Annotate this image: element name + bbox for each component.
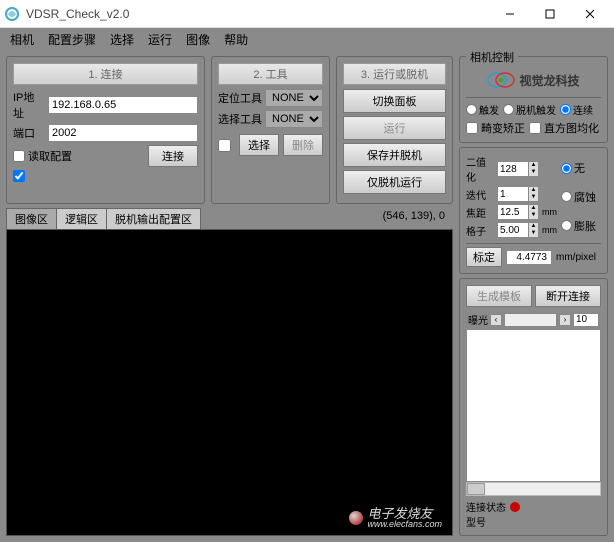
grid-label: 格子 bbox=[466, 223, 494, 238]
watermark: 电子发烧友 www.elecfans.com bbox=[349, 507, 442, 529]
ip-input[interactable] bbox=[48, 96, 198, 114]
menu-image[interactable]: 图像 bbox=[180, 29, 216, 50]
choose-button[interactable]: 选择 bbox=[239, 134, 279, 156]
port-input[interactable] bbox=[48, 124, 198, 142]
watermark-icon bbox=[349, 511, 363, 525]
offline-run-button[interactable]: 仅脱机运行 bbox=[343, 170, 446, 194]
mode-trigger-radio[interactable] bbox=[466, 104, 477, 115]
app-icon bbox=[4, 6, 20, 22]
focal-spinner[interactable]: ▲▼ bbox=[497, 204, 539, 220]
calib-value: 4.4773 bbox=[506, 250, 552, 265]
tab-bar: 图像区 逻辑区 脱机输出配置区 (546, 139), 0 bbox=[6, 208, 453, 229]
template-panel: 生成模板 断开连接 曝光 ‹ › 连接状态 型号 bbox=[459, 278, 608, 536]
locate-tool-label: 定位工具 bbox=[218, 90, 262, 106]
connect-button[interactable]: 连接 bbox=[148, 145, 198, 167]
title-bar: VDSR_Check_v2.0 bbox=[0, 0, 614, 28]
distortion-checkbox[interactable] bbox=[466, 122, 478, 134]
select-tool-select[interactable]: NONE bbox=[265, 110, 323, 128]
camera-control-panel: 相机控制 视觉龙科技 触发 脱机触发 连续 畸变矫正 直方图均化 bbox=[459, 56, 608, 143]
cursor-coords: (546, 139), 0 bbox=[375, 208, 453, 229]
histogram-checkbox[interactable] bbox=[529, 122, 541, 134]
brand-text: 视觉龙科技 bbox=[519, 72, 579, 89]
mode-continuous-radio[interactable] bbox=[560, 104, 571, 115]
connect-header: 1. 连接 bbox=[13, 63, 198, 85]
menu-bar: 相机 配置步骤 选择 运行 图像 帮助 bbox=[0, 28, 614, 50]
brand-logo: 视觉龙科技 bbox=[466, 67, 601, 93]
menu-select[interactable]: 选择 bbox=[104, 29, 140, 50]
minimize-button[interactable] bbox=[490, 0, 530, 28]
menu-camera[interactable]: 相机 bbox=[4, 29, 40, 50]
tool-checkbox[interactable] bbox=[218, 139, 231, 152]
tab-image[interactable]: 图像区 bbox=[6, 208, 57, 229]
run-offline-header: 3. 运行或脱机 bbox=[343, 63, 446, 85]
calib-unit: mm/pixel bbox=[556, 252, 596, 263]
binarize-spinner[interactable]: ▲▼ bbox=[497, 161, 539, 177]
mode-offline-trigger-radio[interactable] bbox=[503, 104, 514, 115]
menu-help[interactable]: 帮助 bbox=[218, 29, 254, 50]
model-label: 型号 bbox=[466, 518, 486, 529]
tab-offline-output[interactable]: 脱机输出配置区 bbox=[106, 208, 201, 229]
exposure-inc-button[interactable]: › bbox=[559, 314, 571, 326]
params-panel: 二值化 ▲▼ 迭代 ▲▼ 焦距 ▲▼ mm 格子 ▲▼ bbox=[459, 147, 608, 274]
port-label: 端口 bbox=[13, 125, 45, 141]
status-dot-icon bbox=[510, 502, 520, 512]
morph-none-radio[interactable] bbox=[561, 163, 572, 174]
image-viewer[interactable]: 电子发烧友 www.elecfans.com bbox=[6, 229, 453, 536]
calibrate-button[interactable]: 标定 bbox=[466, 247, 502, 267]
grid-spinner[interactable]: ▲▼ bbox=[497, 222, 539, 238]
template-scrollbar[interactable] bbox=[466, 482, 601, 496]
focal-label: 焦距 bbox=[466, 205, 494, 220]
menu-run[interactable]: 运行 bbox=[142, 29, 178, 50]
template-list[interactable] bbox=[466, 329, 601, 482]
save-offline-button[interactable]: 保存并脱机 bbox=[343, 143, 446, 167]
connect-panel: 1. 连接 IP地址 端口 读取配置 连接 bbox=[6, 56, 205, 204]
ip-label: IP地址 bbox=[13, 89, 45, 121]
tab-logic[interactable]: 逻辑区 bbox=[56, 208, 107, 229]
iter-label: 迭代 bbox=[466, 187, 494, 202]
read-config-checkbox[interactable] bbox=[13, 150, 25, 162]
run-button[interactable]: 运行 bbox=[343, 116, 446, 140]
read-config-label: 读取配置 bbox=[28, 148, 72, 164]
maximize-button[interactable] bbox=[530, 0, 570, 28]
morph-erode-radio[interactable] bbox=[561, 191, 572, 202]
locate-tool-select[interactable]: NONE bbox=[265, 89, 323, 107]
tools-panel: 2. 工具 定位工具 NONE 选择工具 NONE 选择 删除 bbox=[211, 56, 330, 204]
run-offline-panel: 3. 运行或脱机 切换面板 运行 保存并脱机 仅脱机运行 bbox=[336, 56, 453, 204]
exposure-track[interactable] bbox=[504, 313, 557, 327]
exposure-label: 曝光 bbox=[468, 312, 488, 327]
gen-template-button[interactable]: 生成模板 bbox=[466, 285, 532, 307]
window-title: VDSR_Check_v2.0 bbox=[26, 7, 490, 21]
iter-spinner[interactable]: ▲▼ bbox=[497, 186, 539, 202]
switch-panel-button[interactable]: 切换面板 bbox=[343, 89, 446, 113]
tools-header: 2. 工具 bbox=[218, 63, 323, 85]
disconnect-button[interactable]: 断开连接 bbox=[535, 285, 601, 307]
camera-control-title: 相机控制 bbox=[466, 49, 518, 65]
conn-status-label: 连接状态 bbox=[466, 499, 506, 514]
select-tool-label: 选择工具 bbox=[218, 111, 262, 127]
exposure-value[interactable] bbox=[573, 313, 599, 327]
extra-checkbox[interactable] bbox=[13, 170, 25, 182]
menu-config-steps[interactable]: 配置步骤 bbox=[42, 29, 102, 50]
binarize-label: 二值化 bbox=[466, 154, 494, 184]
morph-dilate-radio[interactable] bbox=[561, 220, 572, 231]
delete-button[interactable]: 删除 bbox=[283, 134, 323, 156]
exposure-dec-button[interactable]: ‹ bbox=[490, 314, 502, 326]
close-button[interactable] bbox=[570, 0, 610, 28]
